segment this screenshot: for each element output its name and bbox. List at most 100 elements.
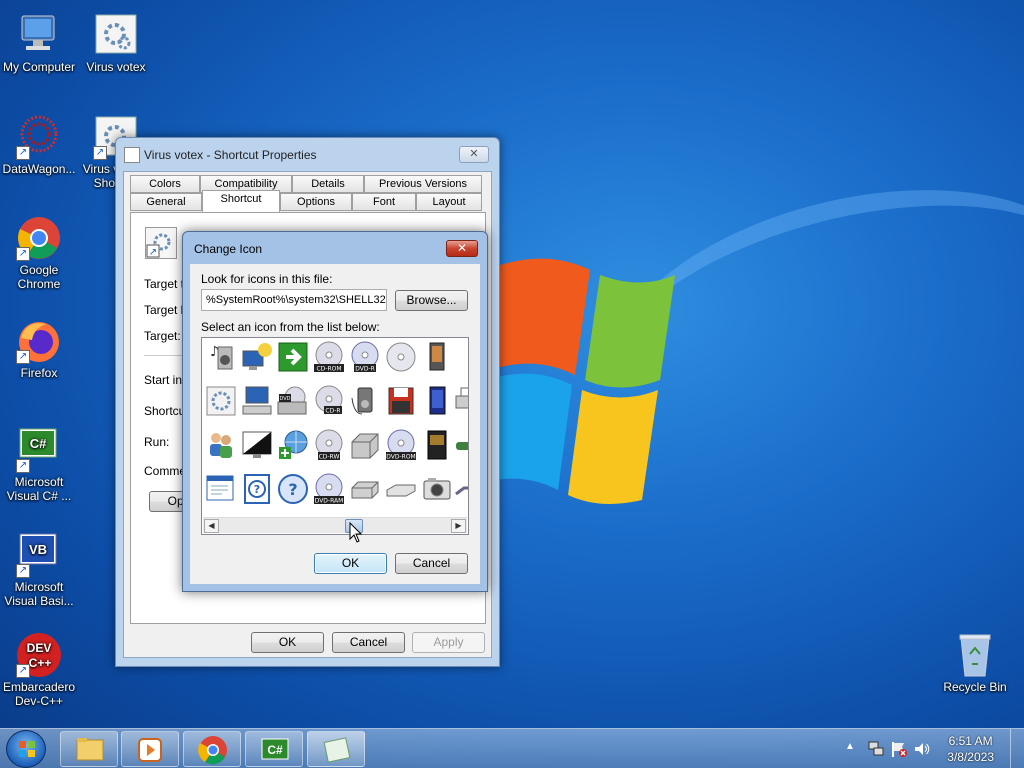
folder-icon <box>76 738 104 761</box>
ok-button[interactable]: OK <box>251 632 324 653</box>
svg-text:↗: ↗ <box>149 247 157 258</box>
show-desktop-button[interactable] <box>1010 729 1024 768</box>
window-search-icon[interactable] <box>204 472 238 506</box>
desktop-icon-recycle-bin[interactable]: Recycle Bin <box>936 632 1014 694</box>
shortcut-arrow-icon: ↗ <box>16 350 30 364</box>
tab-colors[interactable]: Colors <box>130 175 200 193</box>
dvd-drive-icon[interactable]: DVD <box>276 384 310 418</box>
dvd-r-icon[interactable]: DVD-R <box>348 340 382 374</box>
separator <box>144 355 184 356</box>
dialog-ok-button[interactable]: OK <box>314 553 387 574</box>
look-for-icons-label: Look for icons in this file: <box>201 272 333 286</box>
drive-icon[interactable] <box>452 428 468 462</box>
change-icon-dialog[interactable]: Change Icon ✕ Look for icons in this fil… <box>182 231 488 592</box>
svg-text:DVD-RAM: DVD-RAM <box>315 498 344 505</box>
taskbar-explorer-button[interactable] <box>60 731 118 767</box>
help-monitor-icon[interactable] <box>240 340 274 374</box>
svg-text:CD-R: CD-R <box>325 408 340 415</box>
chrome-icon: ↗ <box>16 215 62 261</box>
floppy-disk-icon[interactable] <box>384 384 418 418</box>
visual-csharp-icon: C# ↗ <box>16 427 62 473</box>
media-player-icon <box>138 738 162 762</box>
memory-card-icon[interactable] <box>420 340 454 374</box>
desktop-icon-firefox[interactable]: ↗ Firefox <box>0 318 78 380</box>
desktop-icon-label: My Computer <box>2 60 76 74</box>
browse-button[interactable]: Browse... <box>395 290 468 311</box>
users-icon[interactable] <box>204 428 238 462</box>
desktop-icon-virus-votex[interactable]: Virus votex <box>77 12 155 74</box>
external-drive-icon[interactable] <box>348 428 382 462</box>
cd-rom-drive-icon[interactable]: CD-ROM <box>312 340 346 374</box>
taskbar-visual-csharp-button[interactable]: C# <box>245 731 303 767</box>
partial-icon[interactable] <box>452 472 468 506</box>
tab-previous-versions[interactable]: Previous Versions <box>364 175 482 193</box>
film-case-icon[interactable] <box>420 428 454 462</box>
target-type-label: Target t <box>144 277 185 291</box>
svg-text:DVD-ROM: DVD-ROM <box>386 454 415 461</box>
blue-card-icon[interactable] <box>420 384 454 418</box>
dialog-close-button[interactable]: ✕ <box>446 240 478 257</box>
icon-file-path-input[interactable]: %SystemRoot%\system32\SHELL32 <box>201 289 387 311</box>
action-center-flag-icon[interactable] <box>890 740 908 758</box>
desktop-icon-datawagon[interactable]: ↗ DataWagon... <box>0 114 78 176</box>
help-document-icon[interactable]: ? <box>240 472 274 506</box>
taskbar-media-player-button[interactable] <box>121 731 179 767</box>
start-button[interactable] <box>6 730 46 768</box>
hard-drive-icon[interactable] <box>348 472 382 506</box>
tab-details[interactable]: Details <box>292 175 364 193</box>
printer-icon[interactable] <box>452 384 468 418</box>
show-hidden-icons-arrow-icon[interactable]: ▲ <box>845 741 855 752</box>
speakers-icon[interactable]: ♪ <box>204 340 238 374</box>
properties-icon <box>323 737 351 763</box>
svg-text:C#: C# <box>30 436 47 451</box>
cd-r-icon[interactable]: CD-R <box>312 384 346 418</box>
visual-csharp-icon: C# <box>261 738 289 760</box>
system-clock[interactable]: 6:51 AM 3/8/2023 <box>947 733 994 765</box>
icon-list-horizontal-scrollbar[interactable]: ◀ ▶ <box>203 517 467 533</box>
desktop-icon-label: Recycle Bin <box>943 680 1007 694</box>
apply-button[interactable]: Apply <box>412 632 485 653</box>
clock-date: 3/8/2023 <box>947 750 994 764</box>
scroll-left-arrow-icon[interactable]: ◀ <box>204 519 219 533</box>
window-close-button[interactable]: ✕ <box>459 146 489 163</box>
clock-time: 6:51 AM <box>948 734 993 748</box>
gear-application-icon[interactable] <box>204 384 238 418</box>
desktop-icon-visual-basic[interactable]: VB ↗ Microsoft Visual Basi... <box>0 532 78 608</box>
tab-general[interactable]: General <box>130 193 202 211</box>
green-arrow-icon[interactable] <box>276 340 310 374</box>
tab-font[interactable]: Font <box>352 193 416 211</box>
cancel-button[interactable]: Cancel <box>332 632 405 653</box>
application-gear-icon <box>93 12 139 58</box>
volume-icon[interactable] <box>913 740 931 758</box>
desktop-icon-google-chrome[interactable]: ↗ Google Chrome <box>0 215 78 291</box>
desktop-icon-label: Microsoft Visual C# ... <box>6 475 72 503</box>
tab-layout[interactable]: Layout <box>416 193 482 211</box>
desktop-icon-my-computer[interactable]: My Computer <box>0 12 78 74</box>
select-icon-label: Select an icon from the list below: <box>201 320 380 334</box>
dialog-cancel-button[interactable]: Cancel <box>395 553 468 574</box>
network-globe-add-icon[interactable] <box>276 428 310 462</box>
tab-shortcut[interactable]: Shortcut <box>202 190 280 212</box>
taskbar-properties-button[interactable] <box>307 731 365 767</box>
dvd-rom-icon[interactable]: DVD-ROM <box>384 428 418 462</box>
svg-text:?: ? <box>254 483 260 496</box>
desktop-icon-dev-cpp[interactable]: DEV C++ ↗ Embarcadero Dev-C++ <box>0 632 78 708</box>
desktop-icon-label: Embarcadero Dev-C++ <box>2 680 76 708</box>
shortcut-icon <box>124 147 140 163</box>
help-icon[interactable]: ? <box>276 472 310 506</box>
computer-keyboard-icon[interactable] <box>240 384 274 418</box>
icon-list[interactable]: ♪ CD-ROM DVD-R DVD CD-R CD-RW DVD-ROM ? … <box>201 337 469 535</box>
dvd-ram-icon[interactable]: DVD-RAM <box>312 472 346 506</box>
media-player-device-icon[interactable] <box>348 384 382 418</box>
cd-disc-icon[interactable] <box>384 340 418 374</box>
taskbar-chrome-button[interactable] <box>183 731 241 767</box>
camera-icon[interactable] <box>420 472 454 506</box>
cd-rw-icon[interactable]: CD-RW <box>312 428 346 462</box>
tab-options[interactable]: Options <box>280 193 352 211</box>
window-title: Virus votex - Shortcut Properties <box>144 148 317 162</box>
display-contrast-icon[interactable] <box>240 428 274 462</box>
removable-drive-icon[interactable] <box>384 472 418 506</box>
scroll-right-arrow-icon[interactable]: ▶ <box>451 519 466 533</box>
network-icon[interactable] <box>866 740 884 758</box>
desktop-icon-visual-csharp[interactable]: C# ↗ Microsoft Visual C# ... <box>0 427 78 503</box>
